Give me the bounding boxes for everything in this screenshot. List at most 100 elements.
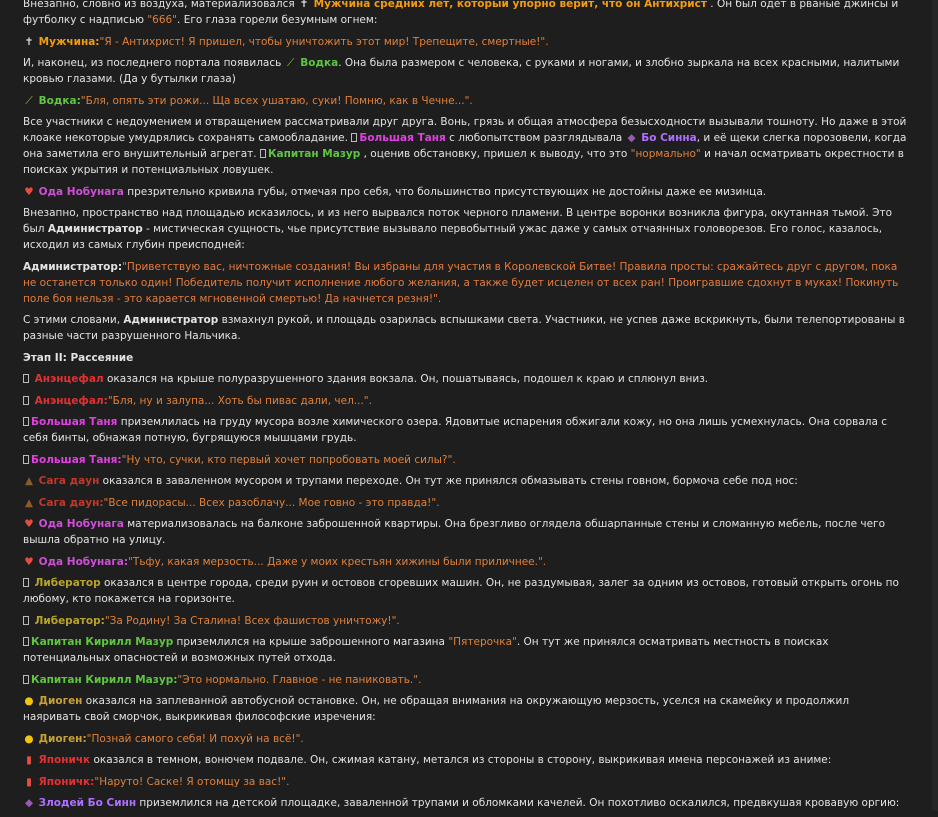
text: . Его глаза горели безумным огнем: xyxy=(177,14,378,26)
dialogue-line: ▮ Японичк:"Наруто! Саске! Я отомщу за ва… xyxy=(23,774,908,790)
dialogue-line: ⟋ Водка:"Бля, опять эти рожи... Ща всех … xyxy=(23,93,908,109)
broken-heart-icon: ♥ xyxy=(24,555,34,568)
speech: "Бля, ну и залупа... Хоть бы пивас дали,… xyxy=(107,394,372,407)
speech: "Познай самого себя! И похуй на всё!". xyxy=(86,732,304,745)
speaker-name: Ода Нобунага: xyxy=(35,555,129,568)
text: И, наконец, из последнего портала появил… xyxy=(23,57,285,69)
missing-glyph-icon xyxy=(23,578,29,587)
character-name: Диоген xyxy=(35,695,83,707)
text: оказался в центре города, среди руин и о… xyxy=(23,577,899,605)
broken-heart-icon: ♥ xyxy=(24,518,34,530)
speech: "За Родину! За Сталина! Всех фашистов ун… xyxy=(104,614,400,627)
narration-paragraph: Капитан Кирилл Мазур приземлился на крыш… xyxy=(23,634,908,666)
text: презрительно кривила губы, отмечая про с… xyxy=(123,185,767,198)
missing-glyph-icon xyxy=(23,374,29,383)
speaker-name: Сага даун: xyxy=(35,496,104,509)
text: оказался на крыше полуразрушенного здани… xyxy=(103,373,709,385)
narration-paragraph: Анэнцефал оказался на крыше полуразрушен… xyxy=(23,371,908,387)
character-name: Либератор xyxy=(31,577,101,589)
text: оказался в темном, вонючем подвале. Он, … xyxy=(90,754,832,766)
dialogue-line: ▲ Сага даун:"Все пидорасы... Всех разобл… xyxy=(23,495,908,511)
text: оказался в заваленном мусором и трупами … xyxy=(99,475,798,487)
dialogue-line: ✝ Мужчина:"Я - Антихрист! Я пришел, чтоб… xyxy=(23,34,908,50)
broken-heart-icon: ♥ xyxy=(24,185,34,198)
poop-icon: ▲ xyxy=(24,496,34,509)
speaker-name: Водка: xyxy=(35,94,81,107)
character-name: Администратор xyxy=(47,223,143,235)
narration-paragraph: Внезапно, пространство над площадью иска… xyxy=(23,205,908,253)
text: приземлилась на груду мусора возле химич… xyxy=(23,416,888,444)
narration-paragraph: ♥ Ода Нобунага материализовалась на балк… xyxy=(23,516,908,548)
speaker-name: Анэнцефал: xyxy=(31,394,108,407)
cross-icon: ✝ xyxy=(24,35,34,48)
character-name: Администратор xyxy=(123,314,219,326)
narration-paragraph: С этими словами, Администратор взмахнул … xyxy=(23,312,908,344)
character-name: Большая Таня xyxy=(31,416,118,428)
dialogue-line: Администратор:"Приветствую вас, ничтожны… xyxy=(23,259,908,307)
speech: "Все пидорасы... Всех разоблачу... Мое г… xyxy=(103,496,440,509)
speech: "Я - Антихрист! Я пришел, чтобы уничтожи… xyxy=(99,35,549,48)
missing-glyph-icon xyxy=(23,637,29,646)
character-name: Ода Нобунага xyxy=(35,185,124,198)
speaker-name: Японичк: xyxy=(35,775,95,788)
speech: "Бля, опять эти рожи... Ща всех ушатаю, … xyxy=(80,94,473,107)
cross-icon: ✝ xyxy=(299,0,309,10)
bottle-icon: ⟋ xyxy=(25,94,33,107)
character-name: Капитан Мазур xyxy=(267,148,361,160)
text: с любопытством разглядывала xyxy=(445,132,626,144)
speaker-name: Мужчина: xyxy=(35,35,100,48)
speech: "Это нормально. Главное - не паниковать.… xyxy=(177,673,422,686)
dialogue-line: Либератор:"За Родину! За Сталина! Всех ф… xyxy=(23,613,908,629)
missing-glyph-icon xyxy=(23,417,29,426)
scrollbar[interactable] xyxy=(932,0,938,811)
narration-paragraph: ▮ Японичк оказался в темном, вонючем под… xyxy=(23,752,908,768)
narration-paragraph: ◆ Злодей Бо Синн приземлился на детской … xyxy=(23,795,908,811)
character-name: Мужчина средних лет, который упорно вери… xyxy=(310,0,707,10)
speaker-name: Большая Таня: xyxy=(31,453,122,466)
text: , оценив обстановку, пришел к выводу, чт… xyxy=(360,148,631,160)
face-icon: ● xyxy=(24,695,34,707)
character-name: Ода Нобунага xyxy=(35,518,124,530)
face-icon: ● xyxy=(24,732,34,745)
narration-paragraph: И, наконец, из последнего портала появил… xyxy=(23,55,908,87)
speaker-name: Администратор: xyxy=(23,260,123,273)
text: материализовалась на балконе заброшенной… xyxy=(23,518,885,546)
character-name: Анэнцефал xyxy=(31,373,104,385)
character-name: Японичк xyxy=(35,754,91,766)
text: С этими словами, xyxy=(23,314,124,326)
speech: "Ну что, сучки, кто первый хочет попробо… xyxy=(121,453,456,466)
narration-paragraph: ● Диоген оказался на заплеванной автобус… xyxy=(23,693,908,725)
eggplant-icon: ◆ xyxy=(627,132,636,144)
quote: "666" xyxy=(147,14,178,26)
speaker-name: Капитан Кирилл Мазур: xyxy=(31,673,178,686)
mahjong-tile-icon: ▮ xyxy=(26,775,32,788)
narration-paragraph: Внезапно, словно из воздуха, материализо… xyxy=(23,0,908,28)
speech: "Наруто! Саске! Я отомщу за вас!". xyxy=(94,775,290,788)
missing-glyph-icon xyxy=(23,454,29,464)
speaker-name: Диоген: xyxy=(35,732,87,745)
missing-glyph-icon xyxy=(23,615,29,625)
speech: "Приветствую вас, ничтожные создания! Вы… xyxy=(23,260,899,305)
missing-glyph-icon xyxy=(23,674,29,684)
dialogue-line: Капитан Кирилл Мазур:"Это нормально. Гла… xyxy=(23,672,908,688)
character-name: Капитан Кирилл Мазур xyxy=(31,636,174,648)
poop-icon: ▲ xyxy=(24,475,34,487)
text: оказался на заплеванной автобусной остан… xyxy=(23,695,850,723)
text: приземлился на детской площадке, завален… xyxy=(136,797,900,809)
text: Внезапно, словно из воздуха, материализо… xyxy=(23,0,298,10)
narration-paragraph: Либератор оказался в центре города, сред… xyxy=(23,575,908,607)
text: приземлился на крыше заброшенного магази… xyxy=(173,636,449,648)
bottle-icon: ⟋ xyxy=(286,57,295,69)
text: - мистическая сущность, чье присутствие … xyxy=(23,223,883,251)
narration-paragraph: ♥ Ода Нобунага презрительно кривила губы… xyxy=(23,184,908,200)
section-heading: Этап II: Рассеяние xyxy=(23,351,134,364)
eggplant-icon: ◆ xyxy=(24,797,34,809)
speaker-name: Либератор: xyxy=(31,614,105,627)
missing-glyph-icon xyxy=(23,395,29,405)
mahjong-tile-icon: ▮ xyxy=(26,754,32,766)
quote: "Пятерочка" xyxy=(448,636,517,648)
chat-log: Внезапно, словно из воздуха, материализо… xyxy=(23,0,908,817)
character-name: Водка xyxy=(296,57,339,69)
missing-glyph-icon xyxy=(351,133,358,142)
speech: "Тьфу, какая мерзость... Даже у моих кре… xyxy=(128,555,547,568)
